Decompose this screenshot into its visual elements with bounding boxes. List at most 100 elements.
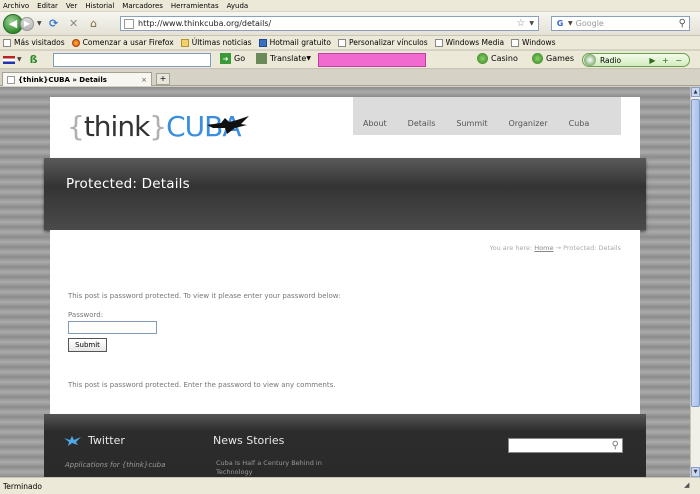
menu-bar: Archivo Editar Ver Historial Marcadores … <box>0 0 700 12</box>
nav-details[interactable]: Details <box>408 119 436 128</box>
translate-icon <box>256 53 267 64</box>
promo-banner[interactable] <box>318 53 426 67</box>
search-input[interactable]: Google <box>576 19 679 28</box>
flag-icon[interactable] <box>3 55 15 64</box>
bookmark-page-icon <box>337 38 346 47</box>
nav-about[interactable]: About <box>363 119 387 128</box>
tab-favicon-icon <box>7 75 15 84</box>
resize-grip-icon[interactable]: ◢ <box>684 481 694 491</box>
url-dropdown-icon[interactable]: ▼ <box>529 20 534 27</box>
addon-toolbar: ▼ ß ➜ Go Translate ▼ Casino Games Radio ▶ +… <box>0 51 700 69</box>
vertical-scrollbar[interactable]: ▲ ▼ <box>690 87 700 477</box>
home-button[interactable]: ⌂ <box>86 16 102 32</box>
menu-ayuda[interactable]: Ayuda <box>227 2 249 10</box>
history-dropdown-icon[interactable]: ▼ <box>37 20 42 27</box>
logo-brace-close: } <box>149 110 167 143</box>
google-icon[interactable]: G <box>554 18 566 29</box>
password-label: Password: <box>68 311 104 319</box>
menu-herramientas[interactable]: Herramientas <box>171 2 219 10</box>
footer-search-input[interactable]: ⚲ <box>508 438 623 453</box>
status-text: Terminado <box>3 481 42 491</box>
go-label: Go <box>234 54 246 63</box>
bookmark-windows[interactable]: Windows <box>511 38 556 47</box>
bird-logo-icon <box>207 116 249 134</box>
bookmark-label: Personalizar vínculos <box>348 38 428 47</box>
menu-editar[interactable]: Editar <box>37 2 58 10</box>
search-icon[interactable]: ⚲ <box>679 18 686 29</box>
tab-details[interactable]: {think}CUBA » Details × <box>2 72 152 86</box>
hotmail-icon <box>258 38 267 47</box>
breadcrumb-prefix: You are here: <box>489 244 533 252</box>
main-content: You are here: Home → Protected: Details … <box>50 230 640 414</box>
go-button[interactable]: ➜ Go <box>220 53 245 64</box>
tab-strip: {think}CUBA » Details × + <box>0 70 700 86</box>
bookmark-personalizar-vinculos[interactable]: Personalizar vínculos <box>337 38 428 47</box>
news-item-link[interactable]: Cuba Is Half a Century Behind in Technol… <box>216 459 336 477</box>
bookmark-page-icon <box>511 38 520 47</box>
menu-historial[interactable]: Historial <box>85 2 114 10</box>
back-arrow-icon: ◀ <box>8 17 18 30</box>
bookmark-label: Windows Media <box>445 38 505 47</box>
games-icon <box>532 53 543 64</box>
new-tab-button[interactable]: + <box>156 73 170 85</box>
close-tab-icon[interactable]: × <box>141 76 147 84</box>
url-text[interactable]: http://www.thinkcuba.org/details/ <box>138 19 516 28</box>
forward-button[interactable]: ▶ <box>20 16 34 31</box>
submit-button[interactable]: Submit <box>68 338 107 352</box>
navigation-toolbar: ◀ ▶ ▼ ⟳ ✕ ⌂ http://www.thinkcuba.org/det… <box>0 12 700 36</box>
bookmark-page-icon <box>434 38 443 47</box>
games-label: Games <box>546 54 574 63</box>
breadcrumb: You are here: Home → Protected: Details <box>490 244 621 252</box>
search-bar[interactable]: G ▼ Google ⚲ <box>551 16 690 31</box>
scroll-down-icon[interactable]: ▼ <box>691 467 700 477</box>
toolbar-search-input[interactable] <box>53 53 211 67</box>
logo-brace-open: { <box>67 110 85 143</box>
search-icon[interactable]: ⚲ <box>612 440 619 451</box>
twitter-bird-icon <box>64 435 81 446</box>
twitter-subtitle: Applications for {think}cuba <box>65 461 166 469</box>
page-title: Protected: Details <box>66 176 190 192</box>
page-viewport: {think}CUBA About Details Summit Organiz… <box>0 87 690 477</box>
protected-message: This post is password protected. To view… <box>68 292 341 300</box>
bookmark-windows-media[interactable]: Windows Media <box>434 38 505 47</box>
twitter-heading: Twitter <box>88 434 125 447</box>
translate-label: Translate <box>270 54 307 63</box>
nav-organizer[interactable]: Organizer <box>508 119 547 128</box>
search-engine-dropdown-icon[interactable]: ▼ <box>568 20 573 27</box>
radio-controls[interactable]: ▶ + − <box>649 56 684 65</box>
nav-cuba[interactable]: Cuba <box>569 119 590 128</box>
reload-button[interactable]: ⟳ <box>46 16 62 32</box>
casino-button[interactable]: Casino <box>477 53 518 64</box>
toolbar-logo-icon[interactable]: ß <box>30 53 38 66</box>
flag-dropdown-icon[interactable]: ▼ <box>17 56 22 63</box>
nav-summit[interactable]: Summit <box>456 119 487 128</box>
news-heading: News Stories <box>213 434 285 447</box>
status-bar: Terminado ◢ <box>0 477 700 494</box>
address-bar[interactable]: http://www.thinkcuba.org/details/ ☆ ▼ <box>120 16 539 31</box>
title-banner: Protected: Details <box>44 158 646 230</box>
scroll-thumb[interactable] <box>691 99 700 407</box>
tab-title: {think}CUBA » Details <box>18 75 107 84</box>
translate-button[interactable]: Translate ▼ <box>256 53 311 64</box>
breadcrumb-home-link[interactable]: Home <box>534 244 553 252</box>
site-footer: Twitter Applications for {think}cuba New… <box>44 414 646 477</box>
bookmark-mas-visitados[interactable]: Más visitados <box>3 38 65 47</box>
radio-widget[interactable]: Radio ▶ + − <box>582 53 690 67</box>
rss-folder-icon <box>180 38 189 47</box>
menu-ver[interactable]: Ver <box>66 2 77 10</box>
firefox-icon <box>71 38 80 47</box>
stop-button[interactable]: ✕ <box>66 16 82 32</box>
scroll-up-icon[interactable]: ▲ <box>691 87 700 97</box>
home-icon: ⌂ <box>90 17 98 30</box>
casino-label: Casino <box>491 54 518 63</box>
reload-icon: ⟳ <box>49 17 59 30</box>
menu-archivo[interactable]: Archivo <box>3 2 29 10</box>
bookmark-label: Hotmail gratuito <box>269 38 331 47</box>
menu-marcadores[interactable]: Marcadores <box>122 2 163 10</box>
games-button[interactable]: Games <box>532 53 574 64</box>
password-field[interactable] <box>68 321 157 334</box>
bookmark-comenzar-firefox[interactable]: Comenzar a usar Firefox <box>71 38 174 47</box>
bookmark-ultimas-noticias[interactable]: Últimas noticias <box>180 38 252 47</box>
bookmark-hotmail[interactable]: Hotmail gratuito <box>258 38 331 47</box>
bookmark-star-icon[interactable]: ☆ <box>516 18 525 29</box>
